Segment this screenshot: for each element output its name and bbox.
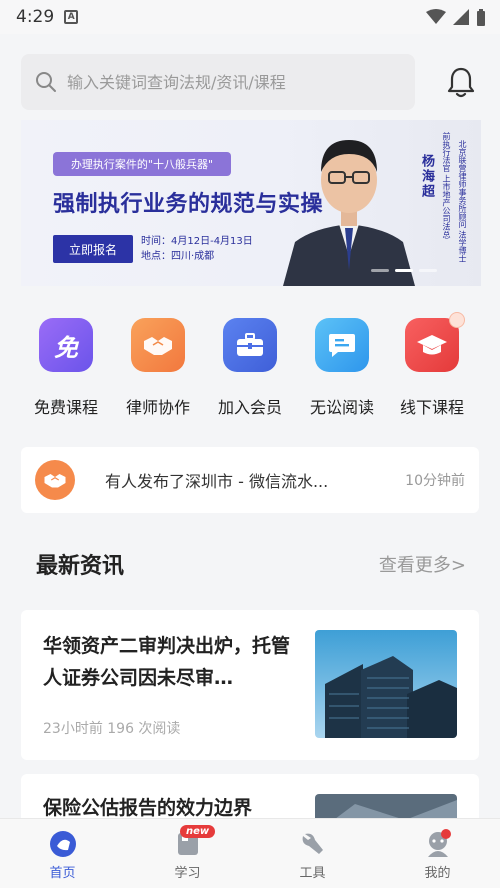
- speaker-title-1: 前执行法官 上市地产公司法总: [442, 132, 451, 239]
- quick-link-label: 免费课程: [33, 398, 98, 417]
- tab-profile[interactable]: 我的: [375, 819, 500, 888]
- signal-icon: [453, 9, 469, 25]
- quick-link-offline-courses[interactable]: 线下课程: [386, 312, 478, 418]
- quick-link-label: 律师协作: [125, 398, 190, 417]
- see-more-link[interactable]: 查看更多>: [379, 551, 466, 577]
- search-icon: [36, 72, 56, 92]
- news-thumbnail: [315, 630, 457, 738]
- hot-badge-icon: [449, 312, 465, 328]
- search-input[interactable]: [67, 72, 387, 92]
- quick-link-lawyer-collab[interactable]: 律师协作: [112, 318, 204, 418]
- news-meta: 23小时前 196 次阅读: [43, 721, 181, 737]
- search-row: [21, 54, 481, 110]
- tab-label: 我的: [424, 866, 451, 881]
- quick-link-join-member[interactable]: 加入会员: [204, 318, 296, 418]
- speaker-name: 杨海超: [419, 154, 434, 199]
- promo-banner[interactable]: 办理执行案件的"十八般兵器" 强制执行业务的规范与实操 立即报名 时间：4月12…: [21, 120, 481, 286]
- status-bar: 4:29 A: [0, 0, 500, 34]
- quick-link-label: 无讼阅读: [309, 398, 374, 417]
- status-time: 4:29: [16, 7, 55, 27]
- carousel-dot[interactable]: [371, 269, 389, 272]
- notice-time: 10分钟前: [405, 473, 465, 489]
- banner-place: 地点：四川·成都: [141, 251, 215, 262]
- section-title: 最新资讯: [36, 554, 125, 579]
- activity-notice[interactable]: 有人发布了深圳市 - 微信流水... 10分钟前: [21, 447, 479, 513]
- speaker-title-2: 北京联营律师事务所顾问 法学博士: [458, 140, 467, 263]
- news-section-header: 最新资讯 查看更多>: [36, 548, 466, 580]
- handshake-icon: [35, 460, 75, 500]
- carousel-indicator[interactable]: [371, 269, 437, 272]
- tab-label: 学习: [174, 866, 201, 881]
- speaker-photo: [283, 140, 415, 286]
- tab-label: 首页: [49, 866, 76, 881]
- new-badge: new: [180, 825, 216, 838]
- bottom-tab-bar: 首页 学习 工具 我的 new: [0, 818, 500, 888]
- news-card[interactable]: 华领资产二审判决出炉，托管人证券公司因未尽审… 23小时前 196 次阅读: [21, 610, 479, 760]
- briefcase-icon: [223, 318, 277, 372]
- quick-links: 免 免费课程 律师协作 加入会员 无讼阅读 线下课程: [0, 312, 500, 428]
- home-icon: [48, 829, 78, 859]
- reading-icon: [315, 318, 369, 372]
- carousel-dot[interactable]: [419, 269, 437, 272]
- quick-link-label: 加入会员: [217, 398, 282, 417]
- free-icon: 免: [39, 318, 93, 372]
- notice-text: 有人发布了深圳市 - 微信流水...: [105, 472, 329, 491]
- graduation-cap-icon: [405, 312, 465, 372]
- quick-link-reading[interactable]: 无讼阅读: [296, 318, 388, 418]
- battery-icon: [477, 8, 485, 26]
- news-title: 华领资产二审判决出炉，托管人证券公司因未尽审…: [43, 635, 291, 689]
- banner-tag: 办理执行案件的"十八般兵器": [53, 152, 231, 176]
- search-bar[interactable]: [21, 54, 415, 110]
- wifi-icon: [426, 9, 446, 24]
- tab-label: 工具: [299, 866, 326, 881]
- app-notification-icon: A: [64, 10, 79, 24]
- banner-time: 时间：4月12日-4月13日: [141, 236, 253, 247]
- banner-signup-button[interactable]: 立即报名: [53, 235, 133, 263]
- tools-icon: [298, 829, 328, 859]
- carousel-dot-active[interactable]: [395, 269, 413, 272]
- handshake-icon: [131, 318, 185, 372]
- tab-tools[interactable]: 工具: [250, 819, 375, 888]
- banner-info: 时间：4月12日-4月13日 地点：四川·成都: [141, 234, 253, 264]
- quick-link-label: 线下课程: [399, 398, 464, 417]
- notification-dot-icon: [441, 829, 451, 839]
- quick-link-free-courses[interactable]: 免 免费课程: [20, 318, 112, 418]
- status-indicators: [426, 8, 486, 26]
- bell-icon[interactable]: [447, 66, 475, 98]
- tab-home[interactable]: 首页: [0, 819, 125, 888]
